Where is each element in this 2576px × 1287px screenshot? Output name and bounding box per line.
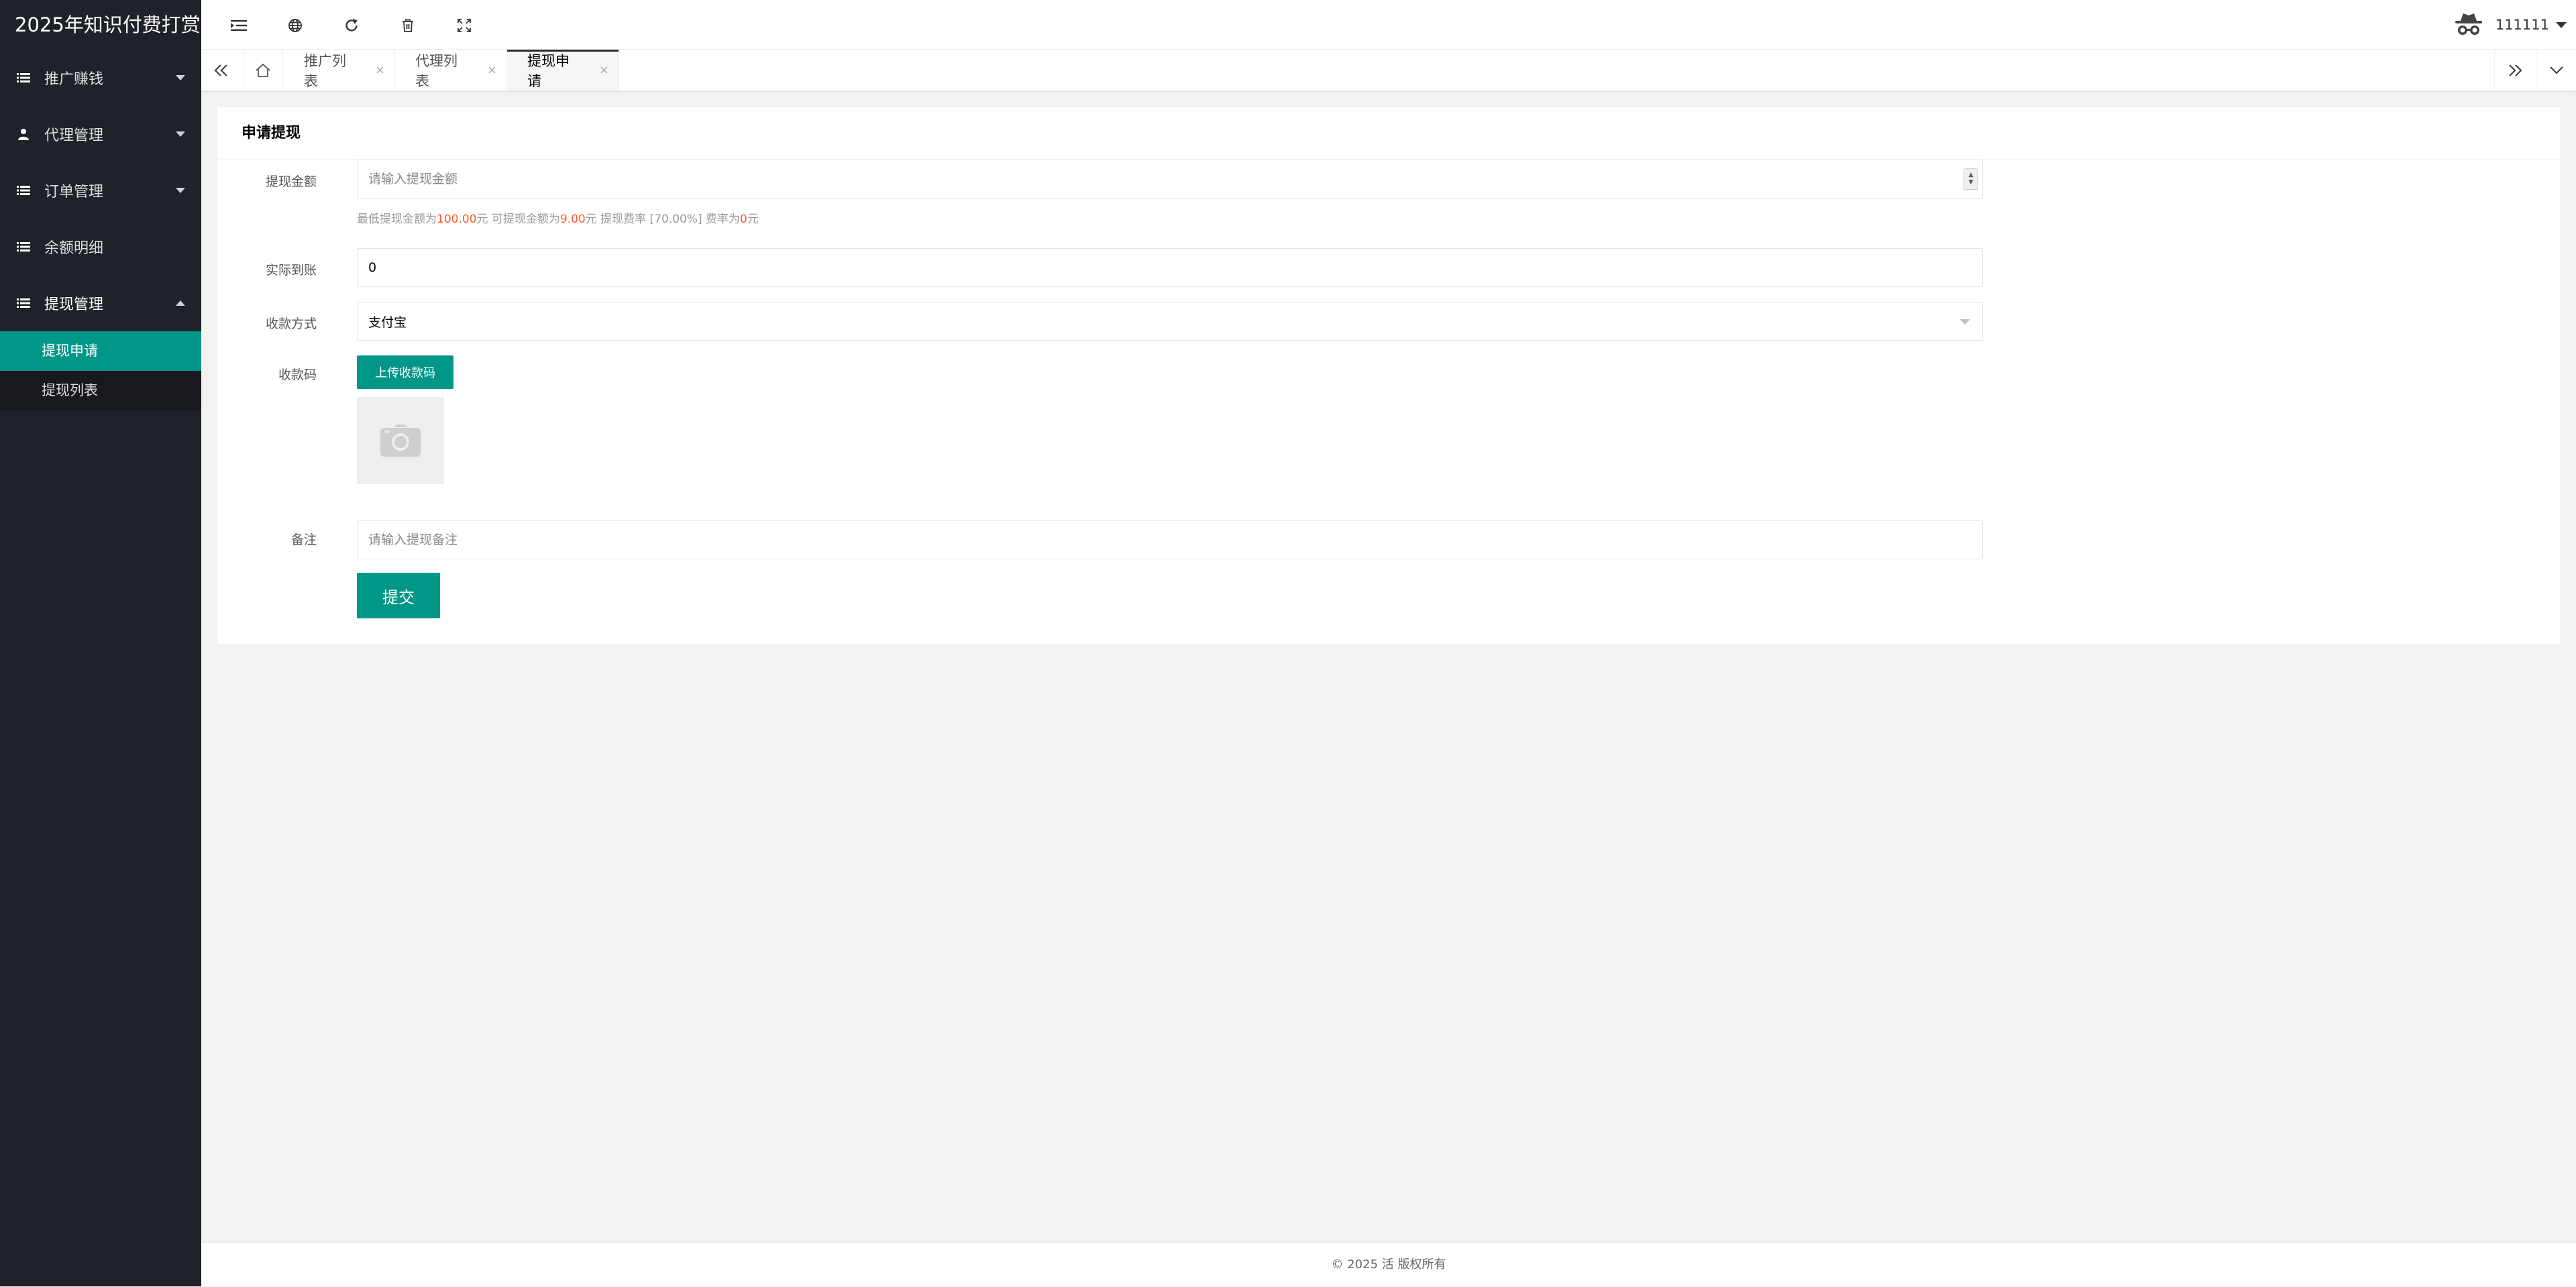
home-icon bbox=[255, 63, 271, 78]
list-icon bbox=[16, 70, 31, 85]
withdraw-form-card: 申请提现 提现金额 ▲▼ 最低提现金额为100.00元 可提现金额为9.00元 … bbox=[217, 107, 2560, 644]
method-label: 收款方式 bbox=[217, 314, 317, 332]
note-row: 备注 bbox=[217, 520, 2560, 559]
tabs-scroll-left-icon[interactable] bbox=[201, 50, 241, 91]
amount-row: 提现金额 ▲▼ bbox=[217, 160, 2560, 200]
note-input[interactable] bbox=[368, 521, 1982, 559]
actual-label: 实际到账 bbox=[217, 260, 317, 278]
submit-button[interactable]: 提交 bbox=[357, 573, 440, 618]
method-selected-value: 支付宝 bbox=[368, 313, 407, 331]
trash-icon[interactable] bbox=[394, 12, 421, 39]
user-icon bbox=[16, 127, 31, 142]
tab-home[interactable] bbox=[243, 50, 283, 91]
tabs-scroll-right-icon[interactable] bbox=[2494, 50, 2534, 91]
fullscreen-icon[interactable] bbox=[451, 12, 478, 39]
user-name: 111111 bbox=[2496, 17, 2549, 33]
sidebar: 2025年知识付费打赏 推广赚钱 代理管理 订单管理 余额明细 提现管理 bbox=[0, 0, 201, 1286]
tab-label: 提现申请 bbox=[527, 50, 579, 91]
sidebar-item-balance[interactable]: 余额明细 bbox=[0, 219, 201, 275]
sidebar-item-label: 订单管理 bbox=[44, 180, 103, 201]
hint-text: 元 bbox=[747, 213, 759, 226]
caret-down-icon bbox=[176, 131, 185, 137]
sidebar-subitem-withdraw-list[interactable]: 提现列表 bbox=[0, 371, 201, 410]
sidebar-subnav: 提现申请 提现列表 bbox=[0, 331, 201, 410]
hint-text: 元 可提现金额为 bbox=[476, 213, 559, 226]
tabs-menu-chevron-down-icon[interactable] bbox=[2536, 50, 2576, 91]
number-spinner-icon[interactable]: ▲▼ bbox=[1964, 168, 1978, 190]
hint-text: 元 提现费率 [70.00%] 费率为 bbox=[586, 213, 740, 226]
sidebar-item-withdraw[interactable]: 提现管理 bbox=[0, 275, 201, 331]
hint-min-amount: 100.00 bbox=[437, 213, 476, 226]
upload-qrcode-button[interactable]: 上传收款码 bbox=[357, 355, 453, 389]
close-icon[interactable]: × bbox=[375, 63, 385, 77]
list-icon bbox=[16, 296, 31, 311]
hint-text: 最低提现金额为 bbox=[357, 213, 437, 226]
card-title: 申请提现 bbox=[217, 107, 2560, 160]
sidebar-item-label: 余额明细 bbox=[44, 236, 103, 258]
note-label: 备注 bbox=[217, 530, 317, 548]
hint-fee: 0 bbox=[740, 213, 747, 226]
globe-icon[interactable] bbox=[282, 12, 309, 39]
tab-agent-list[interactable]: 代理列表 × bbox=[395, 50, 507, 91]
amount-hint: 最低提现金额为100.00元 可提现金额为9.00元 提现费率 [70.00%]… bbox=[357, 209, 759, 226]
tab-promotion-list[interactable]: 推广列表 × bbox=[284, 50, 395, 91]
footer: © 2025 活 版权所有 bbox=[201, 1242, 2576, 1286]
note-field-wrapper bbox=[357, 520, 1983, 559]
hint-available-amount: 9.00 bbox=[560, 213, 586, 226]
sidebar-item-label: 提现管理 bbox=[44, 292, 103, 314]
method-row: 收款方式 支付宝 bbox=[217, 302, 2560, 341]
caret-down-icon bbox=[176, 75, 185, 80]
close-icon[interactable]: × bbox=[599, 63, 609, 77]
list-icon bbox=[16, 183, 31, 198]
qrcode-row: 收款码 上传收款码 bbox=[217, 365, 2560, 499]
actual-amount-value: 0 bbox=[368, 260, 376, 275]
caret-up-icon bbox=[176, 300, 185, 306]
user-menu[interactable]: 111111 bbox=[2454, 0, 2567, 50]
caret-down-icon bbox=[2556, 22, 2567, 28]
app-logo-title[interactable]: 2025年知识付费打赏 bbox=[0, 0, 201, 50]
tab-withdraw-apply[interactable]: 提现申请 × bbox=[507, 50, 619, 91]
amount-field-wrapper: ▲▼ bbox=[357, 160, 1983, 199]
tab-label: 代理列表 bbox=[415, 50, 467, 91]
sidebar-item-promotion[interactable]: 推广赚钱 bbox=[0, 50, 201, 106]
camera-icon bbox=[380, 425, 421, 457]
tabs-bar: 推广列表 × 代理列表 × 提现申请 × bbox=[201, 50, 2576, 91]
sidebar-subitem-withdraw-apply[interactable]: 提现申请 bbox=[0, 331, 201, 371]
sidebar-item-orders[interactable]: 订单管理 bbox=[0, 162, 201, 219]
qrcode-preview[interactable] bbox=[357, 397, 444, 484]
sidebar-item-agents[interactable]: 代理管理 bbox=[0, 106, 201, 162]
amount-input[interactable] bbox=[368, 160, 1982, 198]
caret-down-icon bbox=[176, 188, 185, 193]
close-icon[interactable]: × bbox=[487, 63, 497, 77]
actual-row: 实际到账 0 bbox=[217, 248, 2560, 287]
tab-label: 推广列表 bbox=[304, 50, 355, 91]
select-caret-icon bbox=[1960, 319, 1970, 325]
menu-toggle-icon[interactable] bbox=[225, 12, 252, 39]
refresh-icon[interactable] bbox=[338, 12, 365, 39]
top-header: 111111 bbox=[201, 0, 2576, 50]
qrcode-label: 收款码 bbox=[217, 365, 317, 383]
sidebar-item-label: 代理管理 bbox=[44, 123, 103, 145]
amount-label: 提现金额 bbox=[217, 172, 317, 190]
sidebar-item-label: 推广赚钱 bbox=[44, 67, 103, 89]
incognito-icon bbox=[2454, 10, 2483, 40]
list-icon bbox=[16, 239, 31, 254]
actual-amount-field: 0 bbox=[357, 248, 1983, 287]
method-select[interactable]: 支付宝 bbox=[357, 302, 1983, 341]
